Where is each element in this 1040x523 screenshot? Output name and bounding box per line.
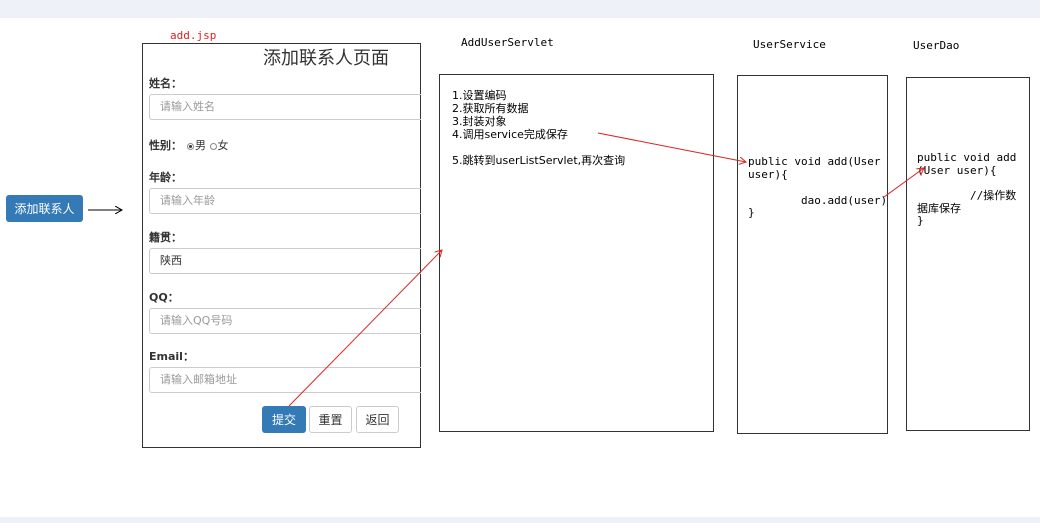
arrow-submit-to-servlet bbox=[288, 250, 442, 407]
flow-arrows bbox=[88, 132, 1040, 407]
arrow-servlet-to-service bbox=[597, 132, 746, 162]
arrow-service-to-dao bbox=[883, 168, 924, 198]
